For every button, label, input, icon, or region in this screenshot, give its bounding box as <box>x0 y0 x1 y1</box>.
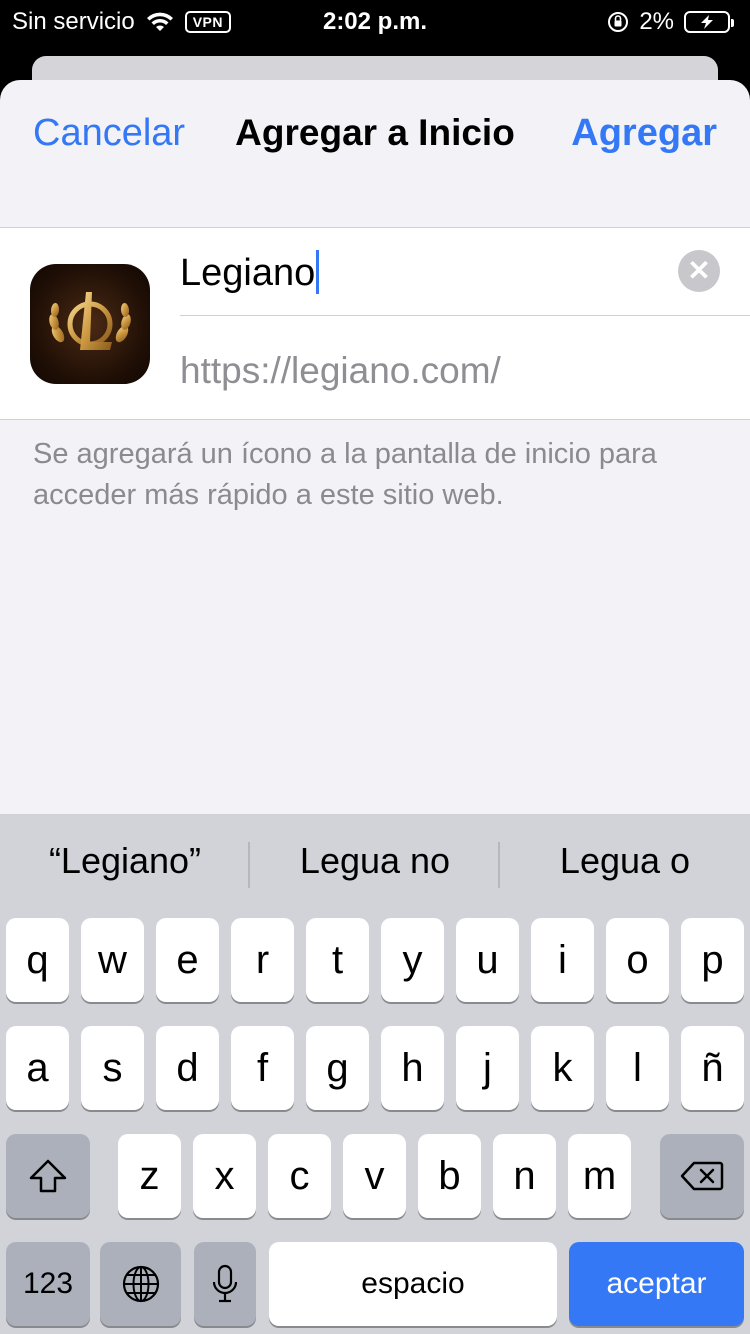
key-m[interactable]: m <box>568 1134 631 1218</box>
suggestion-bar: “Legiano” Legua no Legua o <box>0 814 750 914</box>
key-t[interactable]: t <box>306 918 369 1002</box>
name-field[interactable]: Legiano ✕ <box>180 228 750 316</box>
bookmark-form: Legiano ✕ https://legiano.com/ <box>0 227 750 420</box>
key-g[interactable]: g <box>306 1026 369 1110</box>
dictation-key[interactable] <box>194 1242 256 1326</box>
space-key[interactable]: espacio <box>269 1242 557 1326</box>
numbers-key[interactable]: 123 <box>6 1242 90 1326</box>
key-q[interactable]: q <box>6 918 69 1002</box>
battery-icon <box>684 11 734 33</box>
site-icon <box>30 264 150 384</box>
key-enye[interactable]: ñ <box>681 1026 744 1110</box>
suggestion-2[interactable]: Legua no <box>250 840 500 882</box>
name-input-value[interactable]: Legiano <box>180 252 315 294</box>
key-i[interactable]: i <box>531 918 594 1002</box>
key-b[interactable]: b <box>418 1134 481 1218</box>
shift-key[interactable] <box>6 1134 90 1218</box>
orientation-lock-icon <box>608 12 629 32</box>
hint-text: Se agregará un ícono a la pantalla de in… <box>33 438 657 511</box>
status-bar: Sin servicio VPN 2:02 p.m. 2% <box>0 0 750 44</box>
legiano-logo-icon <box>49 292 131 350</box>
key-r[interactable]: r <box>231 918 294 1002</box>
key-v[interactable]: v <box>343 1134 406 1218</box>
key-a[interactable]: a <box>6 1026 69 1110</box>
return-key[interactable]: aceptar <box>569 1242 744 1326</box>
add-button[interactable]: Agregar <box>571 112 717 155</box>
cancel-button[interactable]: Cancelar <box>33 112 185 155</box>
key-w[interactable]: w <box>81 918 144 1002</box>
key-k[interactable]: k <box>531 1026 594 1110</box>
suggestion-1[interactable]: “Legiano” <box>0 840 250 882</box>
globe-key[interactable] <box>100 1242 181 1326</box>
key-d[interactable]: d <box>156 1026 219 1110</box>
key-h[interactable]: h <box>381 1026 444 1110</box>
site-url: https://legiano.com/ <box>180 350 501 391</box>
backspace-icon <box>680 1161 724 1191</box>
key-c[interactable]: c <box>268 1134 331 1218</box>
key-x[interactable]: x <box>193 1134 256 1218</box>
key-u[interactable]: u <box>456 918 519 1002</box>
microphone-icon <box>212 1264 238 1303</box>
text-caret <box>316 249 320 294</box>
nav-bar: Cancelar Agregar a Inicio Agregar <box>0 80 750 190</box>
delete-key[interactable] <box>660 1134 744 1218</box>
key-s[interactable]: s <box>81 1026 144 1110</box>
keyboard: “Legiano” Legua no Legua o q w e r t y u… <box>0 814 750 1334</box>
globe-icon <box>122 1265 159 1303</box>
key-e[interactable]: e <box>156 918 219 1002</box>
suggestion-3[interactable]: Legua o <box>500 840 750 882</box>
key-n[interactable]: n <box>493 1134 556 1218</box>
key-l[interactable]: l <box>606 1026 669 1110</box>
key-y[interactable]: y <box>381 918 444 1002</box>
battery-percent: 2% <box>639 8 674 35</box>
key-z[interactable]: z <box>118 1134 181 1218</box>
shift-icon <box>29 1159 67 1193</box>
key-j[interactable]: j <box>456 1026 519 1110</box>
key-o[interactable]: o <box>606 918 669 1002</box>
key-f[interactable]: f <box>231 1026 294 1110</box>
key-p[interactable]: p <box>681 918 744 1002</box>
clear-text-button[interactable]: ✕ <box>678 250 720 292</box>
